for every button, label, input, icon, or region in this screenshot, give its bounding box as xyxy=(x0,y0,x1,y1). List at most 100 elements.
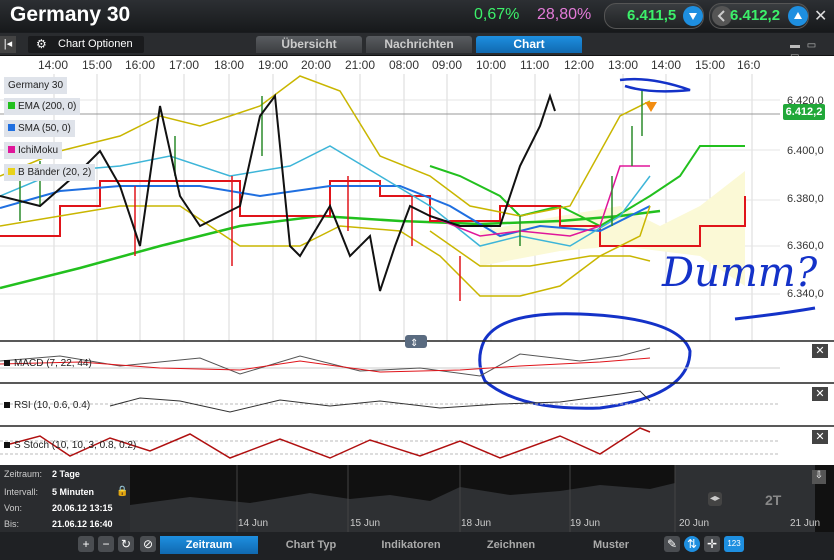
ask-button[interactable]: 6.412,2 xyxy=(709,3,809,29)
bid-button[interactable]: 6.411,5 xyxy=(604,3,704,29)
close-icon[interactable]: ✕ xyxy=(812,430,828,444)
indicator-rsi[interactable]: RSI (10, 0.6, 0.4) xyxy=(4,400,90,411)
von-row: Von: 20.06.12 13:15 xyxy=(4,503,113,513)
indicator-macd[interactable]: MACD (7, 22, 44) xyxy=(4,358,92,369)
legend-label: SMA (50, 0) xyxy=(18,123,71,134)
time-label: 12:00 xyxy=(564,58,595,72)
arrow-up-icon xyxy=(788,6,808,26)
tab-chart[interactable]: Chart xyxy=(476,36,582,53)
time-label: 17:00 xyxy=(169,58,200,72)
bis-row: Bis: 21.06.12 16:40 xyxy=(4,519,113,529)
time-label: 11:00 xyxy=(520,58,550,72)
arrow-down-icon xyxy=(683,6,703,26)
time-label: 14:00 xyxy=(38,58,69,72)
pencil-icon[interactable]: ✎ xyxy=(664,536,680,552)
price-label: 6.400,0 xyxy=(787,145,824,157)
legend-ichimoku[interactable]: IchiMoku xyxy=(4,142,63,159)
legend-label: Germany 30 xyxy=(8,80,64,91)
chevron-left-icon xyxy=(712,6,732,26)
tab-zeichnen[interactable]: Zeichnen xyxy=(462,536,560,554)
time-label: 16:0 xyxy=(737,58,761,72)
chart-options-label: Chart Optionen xyxy=(58,38,133,50)
zoom-icon[interactable]: ✛ xyxy=(704,536,720,552)
close-icon[interactable]: ✕ xyxy=(812,387,828,401)
day-label: 21 Jun xyxy=(790,518,821,529)
cancel-icon[interactable]: ⊘ xyxy=(140,536,156,552)
tab-zeitraum[interactable]: Zeitraum xyxy=(160,536,258,554)
time-label: 09:00 xyxy=(432,58,463,72)
handwritten-annotation: Dumm? xyxy=(662,250,818,296)
zeitraum-label: Zeitraum: xyxy=(4,469,43,479)
legend-ema[interactable]: EMA (200, 0) xyxy=(4,98,81,115)
legend-swatch xyxy=(8,146,15,153)
back-icon[interactable]: |◂ xyxy=(0,36,16,53)
intervall-row: Intervall: 5 Minuten xyxy=(4,487,94,497)
von-label: Von: xyxy=(4,503,23,513)
time-label: 15:00 xyxy=(695,58,726,72)
legend-bollinger[interactable]: B Bänder (20, 2) xyxy=(4,164,96,181)
legend-germany30[interactable]: Germany 30 xyxy=(4,77,68,94)
zeitraum-value: 2 Tage xyxy=(52,469,80,479)
legend-swatch xyxy=(8,168,15,175)
minus-icon[interactable]: − xyxy=(98,536,114,552)
time-label: 08:00 xyxy=(389,58,420,72)
instrument-title: Germany 30 xyxy=(10,3,131,26)
day-label: 19 Jun xyxy=(570,518,601,529)
tab-uebersicht[interactable]: Übersicht xyxy=(256,36,362,53)
time-label: 10:00 xyxy=(476,58,507,72)
day-label: 20 Jun xyxy=(679,518,710,529)
refresh-icon[interactable]: ↻ xyxy=(118,536,134,552)
time-label: 14:00 xyxy=(651,58,682,72)
counter-icon[interactable]: 123 xyxy=(724,536,744,552)
indicator-swatch xyxy=(4,442,10,448)
plus-icon[interactable]: + xyxy=(78,536,94,552)
close-icon[interactable]: ✕ xyxy=(812,344,828,358)
time-label: 19:00 xyxy=(258,58,289,72)
indicator-label: MACD (7, 22, 44) xyxy=(14,358,92,369)
legend-label: IchiMoku xyxy=(18,145,59,156)
indicator-label: S Stoch (10, 10, 3, 0.8, 0.2) xyxy=(14,440,137,451)
intervall-value: 5 Minuten xyxy=(52,487,94,497)
time-label: 20:00 xyxy=(301,58,332,72)
price-label: 6.380,0 xyxy=(787,193,824,205)
time-label: 13:00 xyxy=(608,58,639,72)
tab-muster[interactable]: Muster xyxy=(562,536,660,554)
time-label: 16:00 xyxy=(125,58,156,72)
close-icon[interactable]: ✕ xyxy=(814,6,827,26)
ask-value: 6.412,2 xyxy=(730,7,781,24)
tab-chart-typ[interactable]: Chart Typ xyxy=(262,536,360,554)
legend-sma[interactable]: SMA (50, 0) xyxy=(4,120,75,137)
download-icon[interactable]: ⇩ xyxy=(812,470,826,484)
day-label: 15 Jun xyxy=(350,518,381,529)
svg-text:⇕: ⇕ xyxy=(410,338,418,349)
tab-nachrichten[interactable]: Nachrichten xyxy=(366,36,472,53)
range-handle-icon[interactable]: ◂▸ xyxy=(708,492,722,506)
lock-icon[interactable]: 🔒 xyxy=(116,486,128,497)
tab-indikatoren[interactable]: Indikatoren xyxy=(362,536,460,554)
intervall-label: Intervall: xyxy=(4,487,39,497)
volatility-percent: 28,80% xyxy=(537,6,592,23)
arrows-icon[interactable]: ⇅ xyxy=(684,536,700,552)
chart-options-button[interactable]: ⚙ Chart Optionen xyxy=(28,36,144,53)
legend-label: EMA (200, 0) xyxy=(18,101,77,112)
time-label: 18:00 xyxy=(214,58,245,72)
gear-icon: ⚙ xyxy=(36,37,47,51)
zeitraum-row: Zeitraum: 2 Tage xyxy=(4,469,80,479)
indicator-stoch[interactable]: S Stoch (10, 10, 3, 0.8, 0.2) xyxy=(4,440,136,451)
time-label: 15:00 xyxy=(82,58,113,72)
legend-label: B Bänder (20, 2) xyxy=(18,167,92,178)
indicator-swatch xyxy=(4,360,10,366)
range-badge: 2T xyxy=(765,492,782,508)
von-value: 20.06.12 13:15 xyxy=(52,503,113,513)
time-label: 21:00 xyxy=(345,58,376,72)
indicator-swatch xyxy=(4,402,10,408)
day-label: 18 Jun xyxy=(461,518,492,529)
current-price-tag: 6.412,2 xyxy=(783,104,825,120)
bis-label: Bis: xyxy=(4,519,20,529)
change-percent: 0,67% xyxy=(474,6,520,23)
bid-value: 6.411,5 xyxy=(627,7,677,24)
legend-swatch xyxy=(8,102,15,109)
day-label: 14 Jun xyxy=(238,518,269,529)
indicator-label: RSI (10, 0.6, 0.4) xyxy=(14,400,91,411)
bis-value: 21.06.12 16:40 xyxy=(52,519,113,529)
